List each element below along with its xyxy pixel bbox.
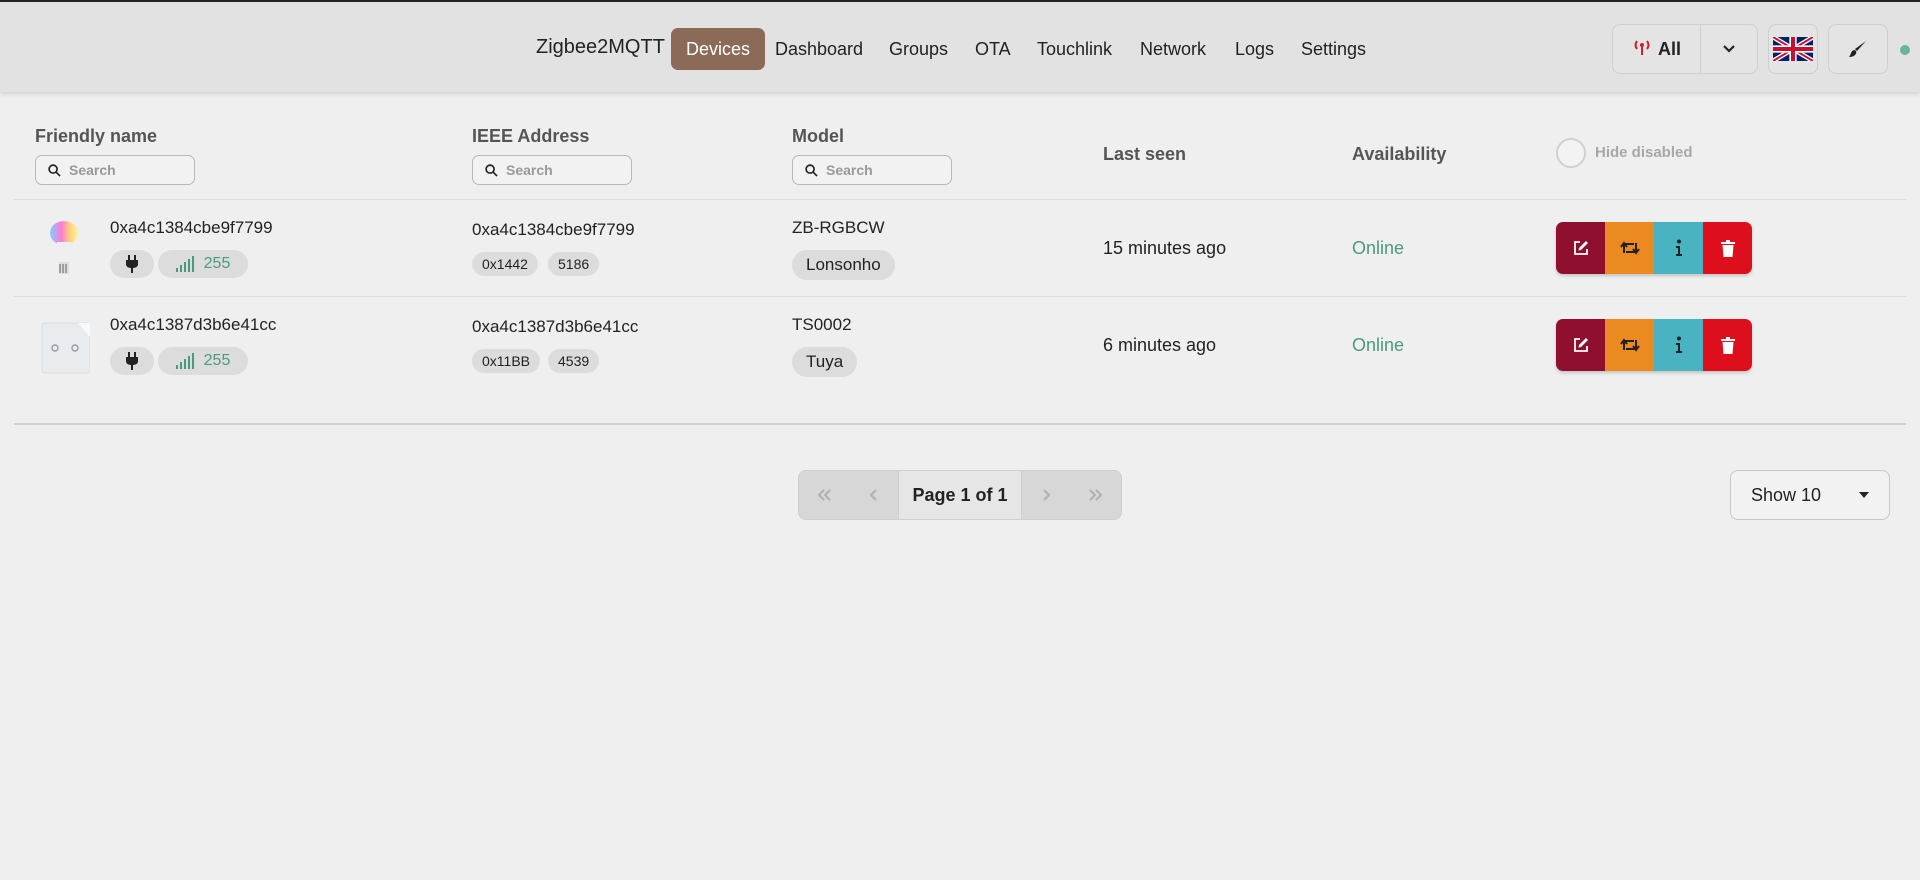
header-availability[interactable]: Availability [1352,144,1446,165]
device-model-link[interactable]: TS0002 [792,315,852,335]
network-address-dec: 4539 [548,349,600,373]
reconfigure-device-button[interactable] [1605,319,1654,371]
device-vendor-badge: Lonsonho [792,250,895,280]
nav-logs[interactable]: Logs [1220,28,1289,70]
ieee-search-input[interactable] [506,162,616,178]
device-friendly-name-link[interactable]: 0xa4c1384cbe9f7799 [110,218,273,238]
nav-ota[interactable]: OTA [960,28,1026,70]
lqi-badge: 255 [158,250,248,278]
device-last-seen: 6 minutes ago [1103,335,1217,355]
device-last-seen: 15 minutes ago [1103,238,1227,258]
page-indicator: Page 1 of 1 [898,471,1022,519]
device-ieee-address: 0xa4c1387d3b6e41cc [472,317,639,336]
previous-page-button[interactable] [849,471,899,519]
header-model[interactable]: Model [792,126,844,147]
first-page-button[interactable] [799,471,849,519]
paintbrush-icon [1849,41,1866,57]
info-icon [1675,239,1682,256]
header-friendly-name[interactable]: Friendly name [35,126,157,147]
device-friendly-name-link[interactable]: 0xa4c1387d3b6e41cc [110,315,276,335]
double-chevron-left-icon [817,489,831,501]
double-chevron-right-icon [1089,489,1103,501]
interview-device-button[interactable] [1654,222,1703,274]
device-ieee-address: 0xa4c1384cbe9f7799 [472,220,635,239]
search-icon [805,163,818,177]
friendly-name-search-input[interactable] [69,162,179,178]
table-row: 0xa4c1384cbe9f7799 255 0xa4c1384cbe9f779… [14,200,1906,296]
lqi-badge: 255 [158,347,248,375]
header-ieee-address[interactable]: IEEE Address [472,126,589,147]
edit-icon [1573,241,1588,255]
remove-device-button[interactable] [1703,222,1752,274]
connection-status-icon [1900,45,1910,55]
power-source-badge [110,347,154,375]
nav-devices[interactable]: Devices [671,28,766,70]
device-actions [1556,319,1752,371]
last-page-button[interactable] [1071,471,1121,519]
network-address-hex: 0x1442 [472,252,538,276]
broadcast-tower-icon [1632,38,1652,61]
info-icon [1675,336,1682,353]
chevron-right-icon [1043,489,1051,501]
permit-join-button[interactable]: All [1613,25,1701,73]
device-image-bulb [38,218,90,280]
power-source-badge [110,250,154,278]
chevron-left-icon [869,489,877,501]
device-model-link[interactable]: ZB-RGBCW [792,218,885,238]
theme-button[interactable] [1828,24,1888,74]
nav-network[interactable]: Network [1125,28,1221,70]
search-icon [48,163,61,177]
rename-device-button[interactable] [1556,319,1605,371]
ieee-search[interactable] [472,155,632,185]
nav-settings[interactable]: Settings [1286,28,1381,70]
caret-down-icon [1859,492,1869,498]
trash-icon [1720,336,1735,354]
remove-device-button[interactable] [1703,319,1752,371]
edit-icon [1573,338,1588,352]
plug-icon [126,255,138,273]
lqi-value: 255 [203,255,231,272]
reconfigure-device-button[interactable] [1605,222,1654,274]
nav-groups[interactable]: Groups [874,28,963,70]
top-navbar: Zigbee2MQTT Devices Dashboard Groups OTA… [0,0,1920,92]
model-search-input[interactable] [826,162,936,178]
lqi-value: 255 [203,352,231,369]
language-button[interactable] [1768,24,1818,74]
retweet-icon [1619,338,1640,352]
interview-device-button[interactable] [1654,319,1703,371]
network-address-dec: 5186 [548,252,600,276]
pagination: Page 1 of 1 [798,470,1122,520]
device-image-switch [38,315,91,377]
page-size-label: Show 10 [1751,484,1822,505]
search-icon [485,163,498,177]
device-vendor-badge: Tuya [792,347,858,377]
brand-title[interactable]: Zigbee2MQTT [536,36,665,59]
signal-strength-icon [175,353,194,369]
uk-flag-icon [1773,37,1813,61]
permit-join-label: All [1657,38,1681,59]
device-availability: Online [1352,335,1405,355]
model-search[interactable] [792,155,952,185]
page-size-select[interactable]: Show 10 [1730,470,1890,520]
friendly-name-search[interactable] [35,155,195,185]
rename-device-button[interactable] [1556,222,1605,274]
network-address-hex: 0x11BB [472,349,540,373]
nav-dashboard[interactable]: Dashboard [760,28,878,70]
signal-strength-icon [175,256,194,272]
hide-disabled-label: Hide disabled [1595,144,1693,161]
retweet-icon [1619,241,1640,255]
device-availability: Online [1352,238,1405,258]
nav-touchlink[interactable]: Touchlink [1022,28,1127,70]
hide-disabled-toggle[interactable] [1556,138,1586,168]
header-last-seen[interactable]: Last seen [1103,144,1186,165]
table-bottom-divider [14,423,1906,425]
device-actions [1556,222,1752,274]
next-page-button[interactable] [1022,471,1072,519]
trash-icon [1720,239,1735,257]
plug-icon [126,352,138,370]
permit-join-dropdown-button[interactable] [1701,25,1757,73]
permit-join-group: All [1612,24,1758,74]
chevron-down-icon [1723,45,1735,53]
table-row: 0xa4c1387d3b6e41cc 255 0xa4c1387d3b6e41c… [14,297,1906,393]
